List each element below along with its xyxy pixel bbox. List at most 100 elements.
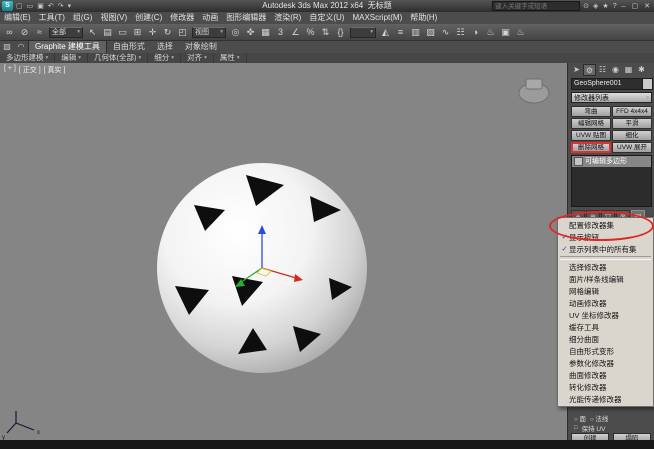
checkbox-icon[interactable]: □ [574,425,578,431]
menu-item-selection-modifiers[interactable]: 选择修改器 [558,261,653,273]
menu-item-mesh-editing[interactable]: 网格编辑 [558,285,653,297]
window-crossing-icon[interactable]: ⊞ [130,25,145,39]
radio-icon[interactable]: ○ 法线 [590,413,608,423]
polygon-modeling-icon[interactable]: ▧ [0,41,14,53]
use-pivot-point-icon[interactable]: ◎ [228,25,243,39]
menu-item-subdivision-surfaces[interactable]: 细分曲面 [558,333,653,345]
bind-to-space-warp-icon[interactable]: ≈ [32,25,47,39]
freeform-tools-icon[interactable]: ◠ [14,41,28,53]
tab-selection[interactable]: 选择 [151,41,179,53]
reference-coordinate-dropdown[interactable]: 视图▾ [192,27,226,38]
layer-manager-icon[interactable]: ▥ [408,25,423,39]
viewcube[interactable] [519,79,549,103]
select-object-icon[interactable]: ↖ [85,25,100,39]
communication-center-icon[interactable]: ◈ [592,1,599,12]
modifier-button-smooth[interactable]: 平滑 [612,118,652,129]
menu-tools[interactable]: 工具(T) [35,12,69,24]
select-by-name-icon[interactable]: ▤ [100,25,115,39]
ribbon-toggle-icon[interactable]: ▧ [423,25,438,39]
modifier-list-dropdown[interactable]: 修改器列表 ▾ [571,92,652,103]
render-setup-icon[interactable]: ♨ [483,25,498,39]
object-name-field[interactable]: GeoSphere001 [571,78,643,90]
menu-views[interactable]: 视图(V) [96,12,131,24]
menu-item-show-all-sets[interactable]: ✓显示列表中的所有集 [558,243,653,255]
viewport-pov-label[interactable]: [ + ] [4,65,16,75]
menu-create[interactable]: 创建(C) [131,12,166,24]
new-scene-icon[interactable]: ▢ [15,1,24,12]
maximize-button[interactable]: ▢ [630,1,641,12]
panel-edit[interactable]: 编辑▾ [55,53,88,63]
panel-geometry-all[interactable]: 几何体(全部)▾ [88,53,148,63]
tab-object-paint[interactable]: 对象绘制 [179,41,223,53]
menu-item-free-form-deformations[interactable]: 自由形式变形 [558,345,653,357]
panel-subdivision[interactable]: 细分▾ [148,53,181,63]
tab-freeform[interactable]: 自由形式 [107,41,151,53]
menu-item-configure-modifier-sets[interactable]: 配置修改器集 [558,219,653,231]
save-file-icon[interactable]: ▣ [36,1,45,12]
tab-modify[interactable]: ⚙ [583,64,596,76]
menu-item-radiosity-modifiers[interactable]: 光能传递修改器 [558,393,653,405]
radio-icon[interactable]: ○ 面 [574,413,586,423]
app-logo-button[interactable]: S [2,1,13,11]
schematic-view-icon[interactable]: ☷ [453,25,468,39]
orthographic-viewport[interactable]: [ + ] [ 正交 ] [ 真实 ] [0,63,567,440]
modifier-button-bend[interactable]: 弯曲 [571,106,611,117]
panel-align[interactable]: 对齐▾ [181,53,214,63]
viewport-label[interactable]: [ + ] [ 正交 ] [ 真实 ] [4,65,65,75]
modifier-button-unwrap-uvw[interactable]: UVW 展开 [612,142,652,153]
angle-snap-icon[interactable]: ∠ [288,25,303,39]
select-and-manipulate-icon[interactable]: ✜ [243,25,258,39]
modifier-button-ffd4x4x4[interactable]: FFD 4x4x4 [612,106,652,117]
object-color-swatch[interactable] [642,78,653,90]
viewport-canvas[interactable]: x y [0,63,567,440]
modifier-button-uvw-map[interactable]: UVW 贴图 [571,130,611,141]
menu-item-animation-modifiers[interactable]: 动画修改器 [558,297,653,309]
minimize-button[interactable]: ‒ [620,1,628,12]
project-menu-icon[interactable]: ▾ [67,1,73,12]
menu-customize[interactable]: 自定义(U) [305,12,348,24]
menu-item-surface-modifiers[interactable]: 曲面修改器 [558,369,653,381]
menu-item-conversion-modifiers[interactable]: 转化修改器 [558,381,653,393]
selection-filter-dropdown[interactable]: 全部▾ [49,27,83,38]
stack-item-editable-poly[interactable]: 可编辑多边形 [572,156,651,167]
mirror-icon[interactable]: ◭ [378,25,393,39]
tab-display[interactable]: ▦ [622,64,635,76]
selection-region-icon[interactable]: ▭ [115,25,130,39]
spinner-snap-icon[interactable]: ⇅ [318,25,333,39]
undo-icon[interactable]: ↶ [47,1,55,12]
select-and-rotate-icon[interactable]: ↻ [160,25,175,39]
menu-help[interactable]: 帮助(H) [406,12,441,24]
menu-item-show-buttons[interactable]: ✓显示按钮 [558,231,653,243]
named-selection-dropdown[interactable]: ▾ [350,27,376,38]
menu-animation[interactable]: 动画 [198,12,222,24]
percent-snap-icon[interactable]: % [303,25,318,39]
open-file-icon[interactable]: ▭ [26,1,35,12]
panel-properties[interactable]: 属性▾ [214,53,247,63]
menu-item-parametric-modifiers[interactable]: 参数化修改器 [558,357,653,369]
search-icon[interactable]: ⊙ [582,1,590,12]
render-production-icon[interactable]: ♨ [513,25,528,39]
menu-modifiers[interactable]: 修改器 [166,12,198,24]
menu-graph-editors[interactable]: 图形编辑器 [222,12,270,24]
menu-item-patch-spline-editing[interactable]: 面片/样条线编辑 [558,273,653,285]
select-and-scale-icon[interactable]: ◰ [175,25,190,39]
tab-graphite-modeling-tools[interactable]: Graphite 建模工具 [28,40,107,53]
select-and-move-icon[interactable]: ✛ [145,25,160,39]
select-and-link-icon[interactable]: ∞ [2,25,17,39]
edit-named-selection-icon[interactable]: {} [333,25,348,39]
close-button[interactable]: ✕ [642,1,652,12]
tab-hierarchy[interactable]: ☷ [596,64,609,76]
panel-polygon-modeling[interactable]: 多边形建模▾ [0,53,55,63]
menu-edit[interactable]: 编辑(E) [0,12,35,24]
material-editor-icon[interactable]: ◑ [468,25,483,39]
unlink-selection-icon[interactable]: ⊘ [17,25,32,39]
keyboard-override-icon[interactable]: ▦ [258,25,273,39]
snap-toggle-3d-icon[interactable]: 3 [273,25,288,39]
viewport-view-label[interactable]: [ 正交 ] [19,65,41,75]
modifier-button-tessellate[interactable]: 细化 [612,130,652,141]
redo-icon[interactable]: ↷ [57,1,65,12]
infocenter-search-input[interactable] [492,1,580,11]
menu-group[interactable]: 组(G) [69,12,97,24]
menu-rendering[interactable]: 渲染(R) [270,12,305,24]
align-icon[interactable]: ≡ [393,25,408,39]
